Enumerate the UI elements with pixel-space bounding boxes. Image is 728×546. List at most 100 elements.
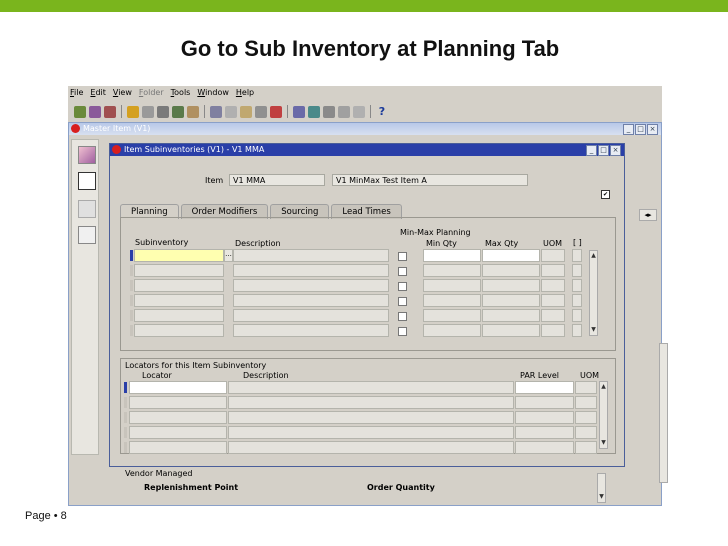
min-max-checkbox[interactable]: [398, 312, 407, 321]
row-indicator[interactable]: [124, 427, 127, 438]
min-qty-cell[interactable]: [423, 309, 481, 322]
locator-uom-cell[interactable]: [575, 411, 597, 424]
clear-record-icon[interactable]: [255, 105, 267, 118]
flex-cell[interactable]: [572, 309, 582, 322]
scroll-up-icon[interactable]: ▲: [600, 383, 607, 391]
min-max-checkbox[interactable]: [398, 297, 407, 306]
scroll-horizontal-icon[interactable]: ◂▸: [639, 209, 657, 221]
row-indicator[interactable]: [130, 250, 133, 261]
help-icon[interactable]: ?: [376, 105, 388, 118]
master-vertical-scrollbar[interactable]: [659, 343, 668, 483]
item-description-field[interactable]: V1 MinMax Test Item A: [332, 174, 528, 186]
par-level-cell[interactable]: [515, 396, 574, 409]
locator-uom-cell[interactable]: [575, 441, 597, 454]
locator-cell[interactable]: [129, 396, 227, 409]
min-qty-cell[interactable]: [423, 264, 481, 277]
menu-view[interactable]: View: [113, 88, 132, 100]
new-icon[interactable]: [74, 105, 86, 118]
print-icon[interactable]: [157, 105, 169, 118]
locator-cell[interactable]: [129, 441, 227, 454]
par-level-cell[interactable]: [515, 441, 574, 454]
max-qty-cell[interactable]: [482, 294, 540, 307]
subinventory-cell[interactable]: [134, 294, 224, 307]
uom-cell[interactable]: [541, 324, 565, 337]
description-cell[interactable]: [233, 249, 389, 262]
close-button[interactable]: ×: [647, 124, 658, 135]
item-code-field[interactable]: V1 MMA: [229, 174, 325, 186]
scroll-down-icon[interactable]: ▼: [590, 326, 597, 334]
max-qty-cell[interactable]: [482, 264, 540, 277]
row-indicator[interactable]: [130, 295, 133, 306]
subinventory-cell[interactable]: [134, 264, 224, 277]
translations-icon[interactable]: [323, 105, 335, 118]
item-icon[interactable]: [78, 146, 96, 164]
row-indicator[interactable]: [130, 310, 133, 321]
flex-cell[interactable]: [572, 279, 582, 292]
delete-icon[interactable]: [270, 105, 282, 118]
min-max-checkbox[interactable]: [398, 252, 407, 261]
uom-cell[interactable]: [541, 264, 565, 277]
par-level-cell[interactable]: [515, 411, 574, 424]
min-qty-cell[interactable]: [423, 294, 481, 307]
organization-icon[interactable]: [78, 226, 96, 244]
description-cell[interactable]: [233, 324, 389, 337]
paste-icon[interactable]: [240, 105, 252, 118]
menu-window[interactable]: Window: [197, 88, 229, 100]
locator-description-cell[interactable]: [228, 426, 514, 439]
save-icon[interactable]: [127, 105, 139, 118]
subinventory-cell[interactable]: [134, 249, 224, 262]
attachments-icon[interactable]: [338, 105, 350, 118]
min-qty-cell[interactable]: [423, 279, 481, 292]
locators-scrollbar[interactable]: ▲ ▼: [599, 381, 608, 449]
scroll-up-icon[interactable]: ▲: [590, 252, 597, 260]
menu-edit[interactable]: Edit: [90, 88, 106, 100]
close-form-icon[interactable]: [172, 105, 184, 118]
locator-description-cell[interactable]: [228, 411, 514, 424]
zoom-folder-icon[interactable]: [308, 105, 320, 118]
uom-cell[interactable]: [541, 309, 565, 322]
menu-tools[interactable]: Tools: [171, 88, 191, 100]
description-cell[interactable]: [233, 309, 389, 322]
menu-folder[interactable]: Folder: [139, 88, 164, 100]
find-icon[interactable]: [89, 105, 101, 118]
max-qty-cell[interactable]: [482, 324, 540, 337]
description-cell[interactable]: [233, 294, 389, 307]
description-cell[interactable]: [233, 264, 389, 277]
cut-icon[interactable]: [210, 105, 222, 118]
locator-cell[interactable]: [129, 426, 227, 439]
flex-cell[interactable]: [572, 249, 582, 262]
description-cell[interactable]: [233, 279, 389, 292]
subinventory-cell[interactable]: [134, 279, 224, 292]
folder-tools-icon[interactable]: [353, 105, 365, 118]
subinventory-lov-button[interactable]: ...: [224, 249, 233, 262]
subinventory-cell[interactable]: [134, 309, 224, 322]
maximize-button[interactable]: □: [635, 124, 646, 135]
close-button[interactable]: ×: [610, 145, 621, 156]
vendor-scrollbar[interactable]: ▼: [597, 473, 606, 503]
row-indicator[interactable]: [124, 442, 127, 453]
min-qty-cell[interactable]: [423, 249, 481, 262]
attributes-icon[interactable]: [78, 200, 96, 218]
row-indicator[interactable]: [130, 265, 133, 276]
menu-file[interactable]: File: [70, 88, 83, 100]
min-max-checkbox[interactable]: [398, 282, 407, 291]
item-checkbox[interactable]: ✔: [601, 190, 610, 199]
uom-cell[interactable]: [541, 294, 565, 307]
scroll-down-icon[interactable]: ▼: [598, 493, 605, 501]
row-indicator[interactable]: [124, 382, 127, 393]
zoom-icon[interactable]: [187, 105, 199, 118]
minimize-button[interactable]: _: [586, 145, 597, 156]
locator-cell[interactable]: [129, 381, 227, 394]
row-indicator[interactable]: [124, 412, 127, 423]
copy-icon[interactable]: [225, 105, 237, 118]
flex-cell[interactable]: [572, 324, 582, 337]
min-max-checkbox[interactable]: [398, 267, 407, 276]
par-level-cell[interactable]: [515, 426, 574, 439]
planning-scrollbar[interactable]: ▲ ▼: [589, 250, 598, 336]
max-qty-cell[interactable]: [482, 309, 540, 322]
locator-uom-cell[interactable]: [575, 426, 597, 439]
min-max-checkbox[interactable]: [398, 327, 407, 336]
maximize-button[interactable]: □: [598, 145, 609, 156]
subinventory-cell[interactable]: [134, 324, 224, 337]
edit-field-icon[interactable]: [293, 105, 305, 118]
